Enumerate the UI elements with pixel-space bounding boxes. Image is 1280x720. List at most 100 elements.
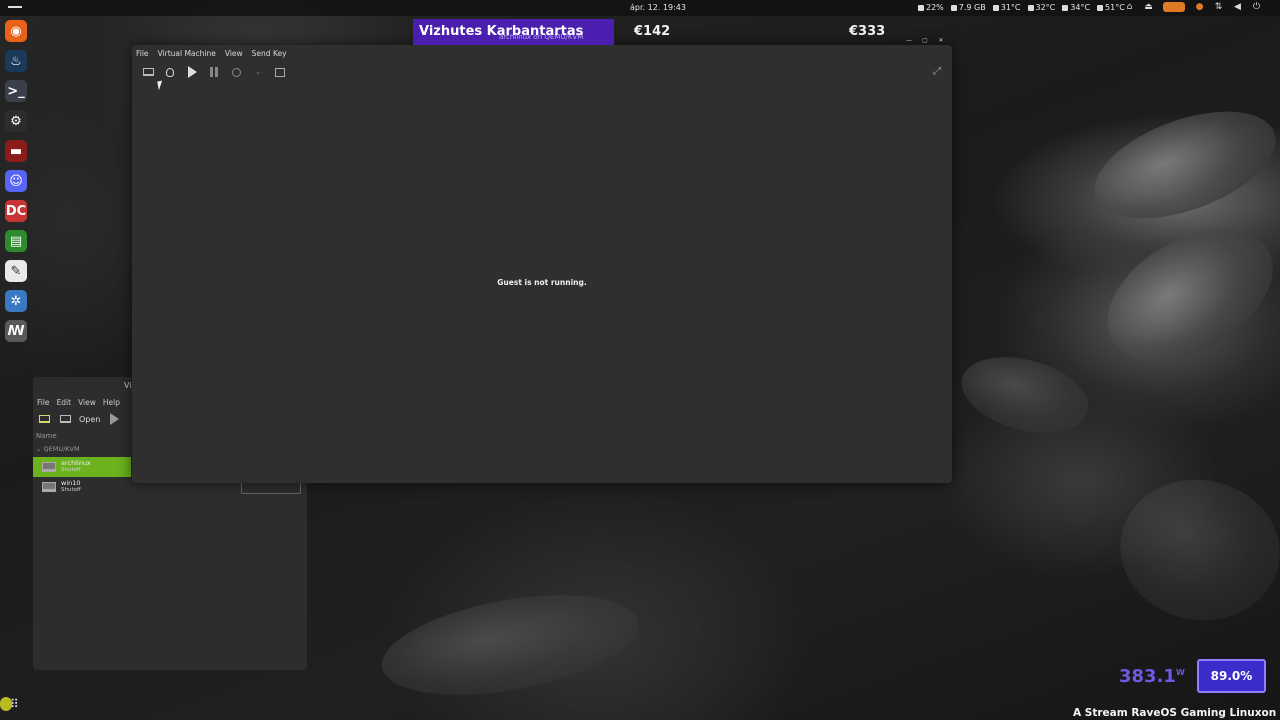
manager-toolbar: Open (39, 413, 120, 425)
vm-name: win10 (61, 479, 81, 487)
top-panel: ápr. 12. 19:43 22% 7.9 GB 31°C 32°C 34°C… (0, 0, 1280, 16)
show-details-button[interactable] (161, 65, 179, 79)
run-button[interactable] (183, 65, 201, 79)
cpu-value: 22% (926, 3, 944, 12)
vm-state: Shutoff (61, 467, 81, 473)
temp-stat: 34°C (1062, 3, 1090, 12)
cpu-stat: 22% (918, 3, 944, 12)
stream-banner: archlinux on QEMU/KVM Vizhutes Karbantar… (413, 19, 614, 45)
monitor-icon (142, 68, 154, 76)
microphone-icon[interactable]: ● (1195, 2, 1204, 12)
recording-indicator[interactable] (1163, 2, 1185, 12)
leaf-decoration (1084, 202, 1280, 388)
vm-name: archlinux (61, 459, 91, 467)
dock-terminal-icon[interactable]: >_ (5, 80, 27, 102)
menu-view[interactable]: View (225, 49, 243, 58)
console-menubar: File Virtual Machine View Send Key (136, 49, 287, 58)
dock-settings-icon[interactable]: ⚙ (5, 110, 27, 132)
vm-monitor-icon (42, 482, 56, 492)
gamepad-icon[interactable]: ⌂ (1125, 2, 1134, 12)
show-console-button[interactable] (139, 65, 157, 79)
menu-help[interactable]: Help (103, 398, 120, 407)
power-value: 383.1 (1119, 666, 1176, 687)
cpu-icon (918, 5, 924, 11)
leaf-decoration (1109, 467, 1280, 633)
open-button[interactable]: Open (60, 415, 100, 424)
pause-icon (210, 67, 218, 77)
snapshot-icon (275, 67, 285, 77)
memory-value: 7.9 GB (958, 3, 986, 12)
clock[interactable]: ápr. 12. 19:43 (630, 3, 686, 12)
temp-stat: 51°C (1097, 3, 1125, 12)
dock-ardour-icon[interactable]: ꟿ (5, 320, 27, 342)
menu-edit[interactable]: Edit (57, 398, 72, 407)
menu-virtual-machine[interactable]: Virtual Machine (158, 49, 216, 58)
shutdown-button[interactable] (227, 65, 245, 79)
memory-stat: 7.9 GB (950, 3, 986, 12)
open-label: Open (79, 414, 101, 424)
vm-list-item[interactable]: archlinux Shutoff (33, 457, 131, 477)
stream-ticker: A Stream RaveOS Gaming Linuxon fut (1073, 707, 1280, 719)
donation-goal: €333 (849, 24, 886, 39)
menu-file[interactable]: File (136, 49, 149, 58)
connection-label: QEMU/KVM (43, 445, 80, 453)
usage-percent-badge: 89.0% (1197, 659, 1266, 693)
vm-list-item[interactable]: win10 Shutoff (33, 477, 131, 497)
leaf-decoration (1080, 90, 1280, 240)
manager-menubar: File Edit View Help (37, 398, 120, 407)
volume-icon[interactable]: ◀ (1233, 2, 1242, 12)
leaf-decoration (953, 344, 1097, 446)
power-icon (231, 67, 241, 77)
memory-icon (950, 5, 957, 11)
dock-davinci-icon[interactable]: DC (5, 200, 27, 222)
power-unit: W (1175, 668, 1185, 677)
dock-firefox-icon[interactable]: ◉ (5, 20, 27, 42)
power-icon[interactable]: ⏻ (1252, 2, 1261, 12)
dock-system-monitor-icon[interactable]: ▤ (5, 230, 27, 252)
maximize-icon[interactable]: ▢ (920, 35, 930, 45)
lightbulb-icon (166, 67, 174, 77)
shutdown-menu-button[interactable]: ⌄ (249, 65, 267, 79)
dock-text-editor-icon[interactable]: ✎ (5, 260, 27, 282)
network-icon[interactable]: ⇅ (1214, 2, 1223, 12)
activities-button[interactable] (8, 6, 22, 8)
temp-value: 51°C (1105, 3, 1125, 12)
dock: ◉ ♨ >_ ⚙ ▬ ☺ DC ▤ ✎ ✲ ꟿ (3, 20, 29, 350)
stream-title: Vizhutes Karbantartas (419, 24, 584, 39)
app-grid-icon[interactable]: ⠿ (10, 697, 24, 711)
guest-status-message: Guest is not running. (497, 278, 587, 287)
thermometer-icon (992, 5, 999, 11)
dock-discord-icon[interactable]: ☺ (5, 170, 27, 192)
system-tray: ⌂ ⏏ ● ⇅ ◀ ⏻ (1125, 2, 1261, 12)
column-header-name[interactable]: Name (36, 432, 57, 440)
temp-value: 34°C (1070, 3, 1091, 12)
vm-console-window: File Virtual Machine View Send Key — ▢ ✕… (132, 37, 952, 483)
pause-button[interactable] (205, 65, 223, 79)
connection-group[interactable]: ⌄ QEMU/KVM (36, 445, 80, 453)
dock-steam-icon[interactable]: ♨ (5, 50, 27, 72)
temp-stat: 32°C (1027, 3, 1056, 12)
temp-value: 31°C (1000, 3, 1021, 12)
thermometer-icon (1097, 5, 1104, 11)
console-toolbar: ⌄ (139, 65, 293, 79)
close-icon[interactable]: ✕ (936, 35, 946, 45)
temp-value: 32°C (1035, 3, 1056, 12)
dock-lutris-icon[interactable]: ▬ (5, 140, 27, 162)
menu-file[interactable]: File (37, 398, 50, 407)
minimize-icon[interactable]: — (904, 35, 914, 45)
window-title: Vi (124, 381, 132, 390)
run-icon[interactable] (110, 413, 120, 425)
menu-send-key[interactable]: Send Key (252, 49, 287, 58)
menu-view[interactable]: View (78, 398, 96, 407)
new-vm-icon[interactable] (39, 415, 50, 423)
fullscreen-icon[interactable]: ⤢ (933, 66, 945, 78)
vm-monitor-icon (42, 462, 56, 472)
power-readout: 383.1W (1119, 666, 1185, 687)
system-stats: 22% 7.9 GB 31°C 32°C 34°C 51°C (918, 3, 1125, 12)
thermometer-icon (1027, 5, 1034, 11)
eject-icon[interactable]: ⏏ (1144, 2, 1153, 12)
distro-logo-icon (0, 697, 12, 711)
snapshots-button[interactable] (271, 65, 289, 79)
dock-virt-manager-icon[interactable]: ✲ (5, 290, 27, 312)
leaf-decoration (374, 578, 646, 712)
